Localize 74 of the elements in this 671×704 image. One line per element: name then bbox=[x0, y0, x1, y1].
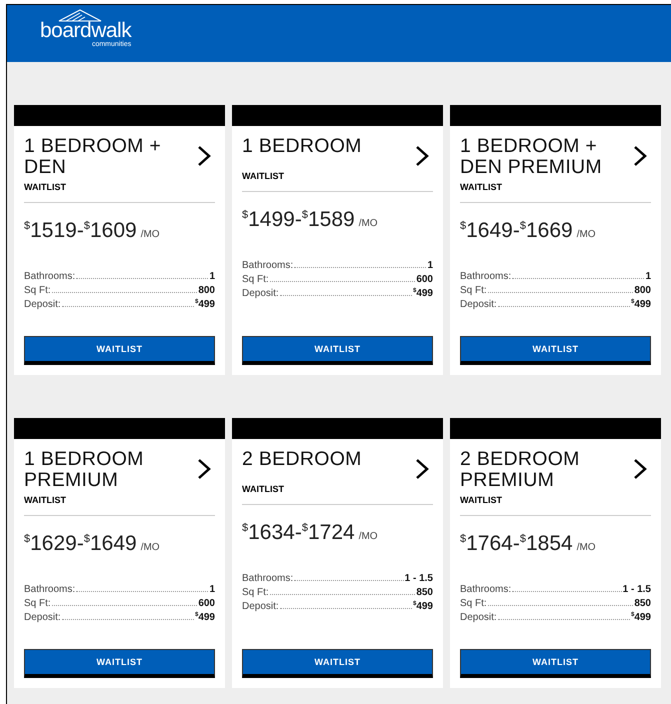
unit-title: 1 BEDROOM + DEN bbox=[24, 136, 162, 178]
availability-status: WAITLIST bbox=[24, 182, 215, 203]
price-range: $^{$}$1649-$^{$}$1669 bbox=[460, 219, 573, 242]
waitlist-button[interactable]: WAITLIST bbox=[24, 336, 215, 365]
chevron-right-icon[interactable] bbox=[197, 458, 211, 480]
availability-status: WAITLIST bbox=[460, 495, 651, 516]
detail-value: 850 bbox=[634, 598, 651, 609]
waitlist-button[interactable]: WAITLIST bbox=[460, 336, 651, 365]
detail-value: $^{$}$499 bbox=[412, 601, 433, 612]
detail-label: Sq Ft: bbox=[460, 285, 487, 296]
price-unit: /MO bbox=[140, 229, 160, 240]
availability-status: WAITLIST bbox=[460, 182, 651, 203]
chevron-right-icon[interactable] bbox=[633, 458, 647, 480]
detail-value: $^{$}$499 bbox=[630, 299, 651, 310]
detail-label: Bathrooms: bbox=[24, 584, 76, 595]
detail-label: Bathrooms: bbox=[242, 573, 294, 584]
chevron-right-icon[interactable] bbox=[415, 145, 429, 167]
detail-value: $^{$}$499 bbox=[194, 612, 215, 623]
detail-value: $^{$}$499 bbox=[412, 288, 433, 299]
waitlist-button[interactable]: WAITLIST bbox=[24, 649, 215, 678]
detail-label: Bathrooms: bbox=[242, 260, 294, 271]
waitlist-button[interactable]: WAITLIST bbox=[242, 336, 433, 365]
detail-label: Bathrooms: bbox=[24, 271, 76, 282]
detail-value: 1 bbox=[209, 584, 215, 595]
unit-title: 2 BEDROOM PREMIUM bbox=[460, 449, 581, 491]
unit-title: 1 BEDROOM bbox=[242, 136, 362, 157]
detail-label: Deposit: bbox=[242, 601, 279, 612]
price-range: $^{$}$1629-$^{$}$1649 bbox=[24, 532, 137, 555]
detail-label: Sq Ft: bbox=[242, 587, 269, 598]
price-range: $^{$}$1764-$^{$}$1854 bbox=[460, 532, 573, 555]
price-unit: /MO bbox=[140, 542, 160, 553]
detail-label: Sq Ft: bbox=[460, 598, 487, 609]
chevron-right-icon[interactable] bbox=[633, 145, 647, 167]
detail-label: Bathrooms: bbox=[460, 271, 512, 282]
detail-value: $^{$}$499 bbox=[630, 612, 651, 623]
unit-title: 1 BEDROOM + DEN PREMIUM bbox=[460, 136, 603, 178]
price-range: $^{$}$1499-$^{$}$1589 bbox=[242, 208, 355, 231]
detail-value: 600 bbox=[416, 274, 433, 285]
chevron-right-icon[interactable] bbox=[415, 458, 429, 480]
detail-label: Deposit: bbox=[24, 299, 61, 310]
detail-label: Deposit: bbox=[242, 288, 279, 299]
price-range: $^{$}$1519-$^{$}$1609 bbox=[24, 219, 137, 242]
availability-status: WAITLIST bbox=[242, 484, 433, 505]
detail-value: 600 bbox=[198, 598, 215, 609]
detail-value: 1 bbox=[645, 271, 651, 282]
detail-value: 800 bbox=[198, 285, 215, 296]
detail-value: 850 bbox=[416, 587, 433, 598]
detail-value: 1 - 1.5 bbox=[404, 573, 433, 584]
detail-value: $^{$}$499 bbox=[194, 299, 215, 310]
price-range: $^{$}$1634-$^{$}$1724 bbox=[242, 521, 355, 544]
waitlist-button[interactable]: WAITLIST bbox=[460, 649, 651, 678]
detail-value: 800 bbox=[634, 285, 651, 296]
detail-value: 1 - 1.5 bbox=[622, 584, 651, 595]
availability-status: WAITLIST bbox=[24, 495, 215, 516]
price-unit: /MO bbox=[358, 531, 378, 542]
detail-label: Deposit: bbox=[460, 612, 497, 623]
detail-label: Bathrooms: bbox=[460, 584, 512, 595]
detail-label: Sq Ft: bbox=[24, 285, 51, 296]
detail-label: Sq Ft: bbox=[242, 274, 269, 285]
detail-label: Deposit: bbox=[24, 612, 61, 623]
price-unit: /MO bbox=[576, 542, 596, 553]
detail-value: 1 bbox=[427, 260, 433, 271]
unit-title: 2 BEDROOM bbox=[242, 449, 362, 470]
chevron-right-icon[interactable] bbox=[197, 145, 211, 167]
detail-label: Deposit: bbox=[460, 299, 497, 310]
unit-title: 1 BEDROOM PREMIUM bbox=[24, 449, 145, 491]
logo-wordmark: boardwalk bbox=[40, 22, 132, 40]
detail-value: 1 bbox=[209, 271, 215, 282]
availability-status: WAITLIST bbox=[242, 171, 433, 192]
price-unit: /MO bbox=[358, 218, 378, 229]
waitlist-button[interactable]: WAITLIST bbox=[242, 649, 433, 678]
roof-icon bbox=[58, 9, 102, 22]
detail-label: Sq Ft: bbox=[24, 598, 51, 609]
price-unit: /MO bbox=[576, 229, 596, 240]
